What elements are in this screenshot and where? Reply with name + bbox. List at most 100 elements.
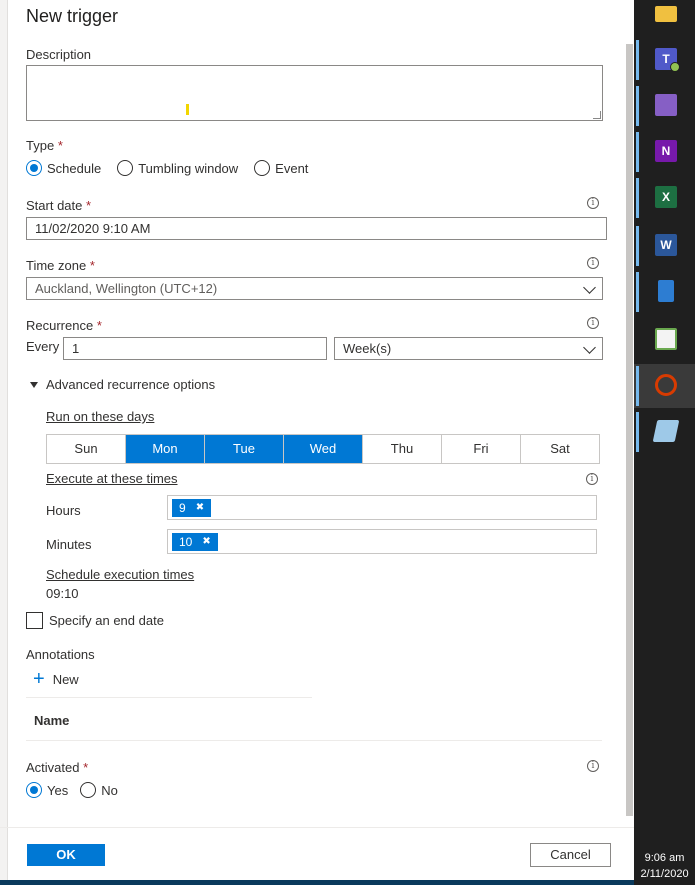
running-indicator <box>636 272 639 312</box>
radio-selected-icon[interactable] <box>26 782 42 798</box>
window-bottom-edge <box>0 880 634 885</box>
start-date-label: Start date * <box>26 198 92 213</box>
scrollbar-thumb[interactable] <box>626 44 633 816</box>
recurrence-interval-input[interactable]: 1 <box>63 337 327 360</box>
recurrence-unit-select[interactable]: Week(s) <box>334 337 603 360</box>
running-indicator <box>636 40 639 80</box>
radio-empty-icon[interactable] <box>117 160 134 176</box>
schedule-execution-value: 09:10 <box>46 586 79 601</box>
dialog-title: New trigger <box>26 6 119 26</box>
running-indicator <box>636 86 639 126</box>
plus-icon: + <box>33 668 45 690</box>
excel-icon: X <box>655 186 677 208</box>
windows-taskbar: T N X W <box>634 0 695 885</box>
taskbar-app-snipping-tool[interactable] <box>634 364 695 408</box>
minutes-picker[interactable]: 10 ✖ <box>167 529 597 554</box>
running-indicator <box>636 412 639 452</box>
day-tue[interactable]: Tue <box>205 435 284 463</box>
taskbar-app-chart-notes[interactable] <box>634 318 695 362</box>
hours-picker[interactable]: 9 ✖ <box>167 495 597 520</box>
radio-empty-icon[interactable] <box>80 782 97 798</box>
description-label: Description <box>26 47 92 62</box>
day-wed[interactable]: Wed <box>284 435 363 463</box>
taskbar-clock[interactable]: 9:06 am 2/11/2020 <box>634 850 695 882</box>
annotations-label: Annotations <box>26 647 95 662</box>
collapse-triangle-icon <box>30 381 38 388</box>
calculator-icon <box>658 280 674 302</box>
start-date-input[interactable]: 11/02/2020 9:10 AM <box>26 217 607 240</box>
activated-info-icon[interactable]: i <box>587 760 599 772</box>
activated-option-yes[interactable]: Yes <box>26 782 68 798</box>
eraser-app-icon <box>652 420 680 442</box>
resize-grip-icon[interactable] <box>593 111 601 119</box>
time-zone-info-icon[interactable]: i <box>587 257 599 269</box>
notepad-chart-icon <box>655 328 677 350</box>
taskbar-app-eraser[interactable] <box>634 410 695 454</box>
remove-tag-icon[interactable]: ✖ <box>196 499 204 517</box>
day-mon[interactable]: Mon <box>126 435 205 463</box>
ok-button[interactable]: OK <box>27 844 105 866</box>
type-option-schedule[interactable]: Schedule <box>26 160 101 176</box>
type-option-tumbling-window[interactable]: Tumbling window <box>117 160 238 176</box>
taskbar-app-excel[interactable]: X <box>634 176 695 220</box>
description-textarea[interactable] <box>26 65 603 121</box>
clock-time: 9:06 am <box>644 852 685 864</box>
execute-times-info-icon[interactable]: i <box>586 473 598 485</box>
advanced-options-toggle[interactable]: Advanced recurrence options <box>30 377 215 392</box>
type-radio-group: Schedule Tumbling window Event <box>26 160 308 176</box>
day-thu[interactable]: Thu <box>363 435 442 463</box>
run-on-days-label: Run on these days <box>46 409 155 424</box>
activated-option-no[interactable]: No <box>80 782 118 798</box>
type-label: Type * <box>26 138 63 153</box>
every-label: Every <box>26 339 60 354</box>
taskbar-app-word[interactable]: W <box>634 224 695 268</box>
annotations-name-column: Name <box>34 713 70 728</box>
onenote-icon: N <box>655 140 677 162</box>
hours-tag: 9 ✖ <box>172 499 212 517</box>
minutes-label: Minutes <box>46 537 92 552</box>
activated-label: Activated * <box>26 760 89 775</box>
remove-tag-icon[interactable]: ✖ <box>202 533 210 551</box>
activated-radio-group: Yes No <box>26 782 118 798</box>
running-indicator <box>636 178 639 218</box>
day-sat[interactable]: Sat <box>521 435 599 463</box>
new-annotation-button[interactable]: + New <box>33 668 79 690</box>
annotations-divider <box>26 697 312 698</box>
radio-selected-icon[interactable] <box>26 160 42 176</box>
new-trigger-panel: New trigger Description Type * Schedule … <box>0 0 634 885</box>
day-sun[interactable]: Sun <box>47 435 126 463</box>
cancel-button[interactable]: Cancel <box>530 843 611 867</box>
status-available-icon <box>670 62 680 72</box>
taskbar-app-teams[interactable]: T <box>634 38 695 82</box>
taskbar-app-file-explorer[interactable] <box>634 0 695 36</box>
taskbar-app-calculator[interactable] <box>634 270 695 314</box>
chevron-down-icon <box>583 281 596 294</box>
running-indicator <box>636 366 639 406</box>
radio-empty-icon[interactable] <box>254 160 271 176</box>
end-date-checkbox-row[interactable]: Specify an end date <box>26 612 164 629</box>
type-option-event[interactable]: Event <box>254 160 308 176</box>
left-edge-strip <box>0 0 8 885</box>
execute-times-label: Execute at these times <box>46 471 178 486</box>
running-indicator <box>636 132 639 172</box>
taskbar-app-onenote[interactable]: N <box>634 130 695 174</box>
weekday-selector: Sun Mon Tue Wed Thu Fri Sat <box>46 434 600 464</box>
snipping-tool-icon <box>655 374 677 396</box>
checkbox-empty-icon[interactable] <box>26 612 43 629</box>
schedule-execution-label: Schedule execution times <box>46 567 195 582</box>
time-zone-select[interactable]: Auckland, Wellington (UTC+12) <box>26 277 603 300</box>
day-fri[interactable]: Fri <box>442 435 521 463</box>
chevron-down-icon <box>583 341 596 354</box>
annotations-table-divider <box>26 740 602 741</box>
time-zone-label: Time zone * <box>26 258 95 273</box>
recurrence-label: Recurrence * <box>26 318 102 333</box>
start-date-info-icon[interactable]: i <box>587 197 599 209</box>
word-icon: W <box>655 234 677 256</box>
footer-divider <box>0 827 634 828</box>
text-cursor-marker <box>186 104 189 115</box>
recurrence-info-icon[interactable]: i <box>587 317 599 329</box>
file-explorer-icon <box>655 6 677 22</box>
taskbar-app-visual-studio[interactable] <box>634 84 695 128</box>
visual-studio-icon <box>655 94 677 116</box>
minutes-tag: 10 ✖ <box>172 533 218 551</box>
